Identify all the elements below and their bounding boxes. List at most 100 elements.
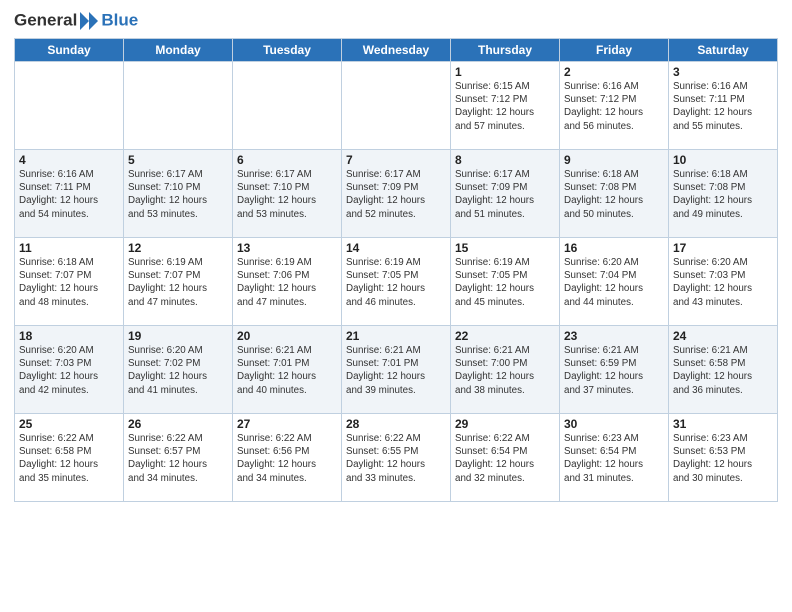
day-number: 2 [564, 65, 664, 79]
day-number: 26 [128, 417, 228, 431]
cal-cell: 20Sunrise: 6:21 AM Sunset: 7:01 PM Dayli… [233, 326, 342, 414]
day-number: 28 [346, 417, 446, 431]
cal-cell: 28Sunrise: 6:22 AM Sunset: 6:55 PM Dayli… [342, 414, 451, 502]
day-number: 23 [564, 329, 664, 343]
day-number: 9 [564, 153, 664, 167]
cell-info: Sunrise: 6:22 AM Sunset: 6:55 PM Dayligh… [346, 432, 446, 485]
cell-info: Sunrise: 6:22 AM Sunset: 6:57 PM Dayligh… [128, 432, 228, 485]
week-row-2: 4Sunrise: 6:16 AM Sunset: 7:11 PM Daylig… [15, 150, 778, 238]
logo-general: General [14, 10, 77, 29]
day-number: 11 [19, 241, 119, 255]
cell-info: Sunrise: 6:23 AM Sunset: 6:53 PM Dayligh… [673, 432, 773, 485]
day-header-thursday: Thursday [451, 39, 560, 62]
cell-info: Sunrise: 6:17 AM Sunset: 7:09 PM Dayligh… [455, 168, 555, 221]
cell-info: Sunrise: 6:20 AM Sunset: 7:04 PM Dayligh… [564, 256, 664, 309]
day-number: 22 [455, 329, 555, 343]
logo-text: General Blue [14, 10, 138, 32]
cal-cell: 14Sunrise: 6:19 AM Sunset: 7:05 PM Dayli… [342, 238, 451, 326]
cell-info: Sunrise: 6:19 AM Sunset: 7:05 PM Dayligh… [346, 256, 446, 309]
day-number: 31 [673, 417, 773, 431]
cell-info: Sunrise: 6:19 AM Sunset: 7:07 PM Dayligh… [128, 256, 228, 309]
day-number: 4 [19, 153, 119, 167]
cell-info: Sunrise: 6:17 AM Sunset: 7:10 PM Dayligh… [128, 168, 228, 221]
day-number: 20 [237, 329, 337, 343]
cal-cell: 5Sunrise: 6:17 AM Sunset: 7:10 PM Daylig… [124, 150, 233, 238]
day-number: 1 [455, 65, 555, 79]
cell-info: Sunrise: 6:19 AM Sunset: 7:06 PM Dayligh… [237, 256, 337, 309]
day-number: 8 [455, 153, 555, 167]
day-number: 25 [19, 417, 119, 431]
cal-cell [342, 62, 451, 150]
week-row-3: 11Sunrise: 6:18 AM Sunset: 7:07 PM Dayli… [15, 238, 778, 326]
cell-info: Sunrise: 6:20 AM Sunset: 7:03 PM Dayligh… [673, 256, 773, 309]
cal-cell [233, 62, 342, 150]
cell-info: Sunrise: 6:21 AM Sunset: 6:58 PM Dayligh… [673, 344, 773, 397]
cal-cell: 18Sunrise: 6:20 AM Sunset: 7:03 PM Dayli… [15, 326, 124, 414]
cell-info: Sunrise: 6:21 AM Sunset: 7:00 PM Dayligh… [455, 344, 555, 397]
cell-info: Sunrise: 6:21 AM Sunset: 6:59 PM Dayligh… [564, 344, 664, 397]
cell-info: Sunrise: 6:22 AM Sunset: 6:56 PM Dayligh… [237, 432, 337, 485]
cal-cell: 15Sunrise: 6:19 AM Sunset: 7:05 PM Dayli… [451, 238, 560, 326]
cal-cell: 23Sunrise: 6:21 AM Sunset: 6:59 PM Dayli… [560, 326, 669, 414]
day-number: 5 [128, 153, 228, 167]
logo-blue: Blue [101, 10, 138, 29]
cell-info: Sunrise: 6:22 AM Sunset: 6:58 PM Dayligh… [19, 432, 119, 485]
cal-cell: 4Sunrise: 6:16 AM Sunset: 7:11 PM Daylig… [15, 150, 124, 238]
cal-cell: 7Sunrise: 6:17 AM Sunset: 7:09 PM Daylig… [342, 150, 451, 238]
cell-info: Sunrise: 6:16 AM Sunset: 7:12 PM Dayligh… [564, 80, 664, 133]
cal-cell: 12Sunrise: 6:19 AM Sunset: 7:07 PM Dayli… [124, 238, 233, 326]
cal-cell: 21Sunrise: 6:21 AM Sunset: 7:01 PM Dayli… [342, 326, 451, 414]
cal-cell: 1Sunrise: 6:15 AM Sunset: 7:12 PM Daylig… [451, 62, 560, 150]
day-number: 18 [19, 329, 119, 343]
day-header-saturday: Saturday [669, 39, 778, 62]
day-number: 12 [128, 241, 228, 255]
day-number: 21 [346, 329, 446, 343]
cal-cell: 8Sunrise: 6:17 AM Sunset: 7:09 PM Daylig… [451, 150, 560, 238]
cal-cell: 2Sunrise: 6:16 AM Sunset: 7:12 PM Daylig… [560, 62, 669, 150]
calendar-page: General Blue SundayMondayTuesdayWednesday… [0, 0, 792, 612]
cal-cell: 16Sunrise: 6:20 AM Sunset: 7:04 PM Dayli… [560, 238, 669, 326]
cal-cell: 30Sunrise: 6:23 AM Sunset: 6:54 PM Dayli… [560, 414, 669, 502]
day-header-monday: Monday [124, 39, 233, 62]
cell-info: Sunrise: 6:20 AM Sunset: 7:02 PM Dayligh… [128, 344, 228, 397]
cell-info: Sunrise: 6:18 AM Sunset: 7:08 PM Dayligh… [564, 168, 664, 221]
cell-info: Sunrise: 6:16 AM Sunset: 7:11 PM Dayligh… [673, 80, 773, 133]
cell-info: Sunrise: 6:16 AM Sunset: 7:11 PM Dayligh… [19, 168, 119, 221]
cell-info: Sunrise: 6:21 AM Sunset: 7:01 PM Dayligh… [237, 344, 337, 397]
cell-info: Sunrise: 6:17 AM Sunset: 7:09 PM Dayligh… [346, 168, 446, 221]
logo: General Blue [14, 10, 138, 32]
day-header-tuesday: Tuesday [233, 39, 342, 62]
cal-cell: 27Sunrise: 6:22 AM Sunset: 6:56 PM Dayli… [233, 414, 342, 502]
day-number: 24 [673, 329, 773, 343]
cell-info: Sunrise: 6:15 AM Sunset: 7:12 PM Dayligh… [455, 80, 555, 133]
day-number: 13 [237, 241, 337, 255]
cell-info: Sunrise: 6:17 AM Sunset: 7:10 PM Dayligh… [237, 168, 337, 221]
day-number: 16 [564, 241, 664, 255]
day-number: 7 [346, 153, 446, 167]
days-header-row: SundayMondayTuesdayWednesdayThursdayFrid… [15, 39, 778, 62]
day-number: 27 [237, 417, 337, 431]
cell-info: Sunrise: 6:18 AM Sunset: 7:08 PM Dayligh… [673, 168, 773, 221]
cal-cell: 31Sunrise: 6:23 AM Sunset: 6:53 PM Dayli… [669, 414, 778, 502]
cal-cell: 9Sunrise: 6:18 AM Sunset: 7:08 PM Daylig… [560, 150, 669, 238]
cal-cell: 29Sunrise: 6:22 AM Sunset: 6:54 PM Dayli… [451, 414, 560, 502]
day-number: 29 [455, 417, 555, 431]
cell-info: Sunrise: 6:20 AM Sunset: 7:03 PM Dayligh… [19, 344, 119, 397]
day-number: 30 [564, 417, 664, 431]
day-number: 17 [673, 241, 773, 255]
week-row-5: 25Sunrise: 6:22 AM Sunset: 6:58 PM Dayli… [15, 414, 778, 502]
cell-info: Sunrise: 6:23 AM Sunset: 6:54 PM Dayligh… [564, 432, 664, 485]
day-number: 14 [346, 241, 446, 255]
cal-cell: 13Sunrise: 6:19 AM Sunset: 7:06 PM Dayli… [233, 238, 342, 326]
cal-cell: 6Sunrise: 6:17 AM Sunset: 7:10 PM Daylig… [233, 150, 342, 238]
day-header-sunday: Sunday [15, 39, 124, 62]
cal-cell: 11Sunrise: 6:18 AM Sunset: 7:07 PM Dayli… [15, 238, 124, 326]
day-number: 6 [237, 153, 337, 167]
cal-cell [124, 62, 233, 150]
cell-info: Sunrise: 6:22 AM Sunset: 6:54 PM Dayligh… [455, 432, 555, 485]
calendar-table: SundayMondayTuesdayWednesdayThursdayFrid… [14, 38, 778, 502]
cal-cell: 10Sunrise: 6:18 AM Sunset: 7:08 PM Dayli… [669, 150, 778, 238]
cal-cell: 22Sunrise: 6:21 AM Sunset: 7:00 PM Dayli… [451, 326, 560, 414]
header: General Blue [14, 10, 778, 32]
cal-cell [15, 62, 124, 150]
